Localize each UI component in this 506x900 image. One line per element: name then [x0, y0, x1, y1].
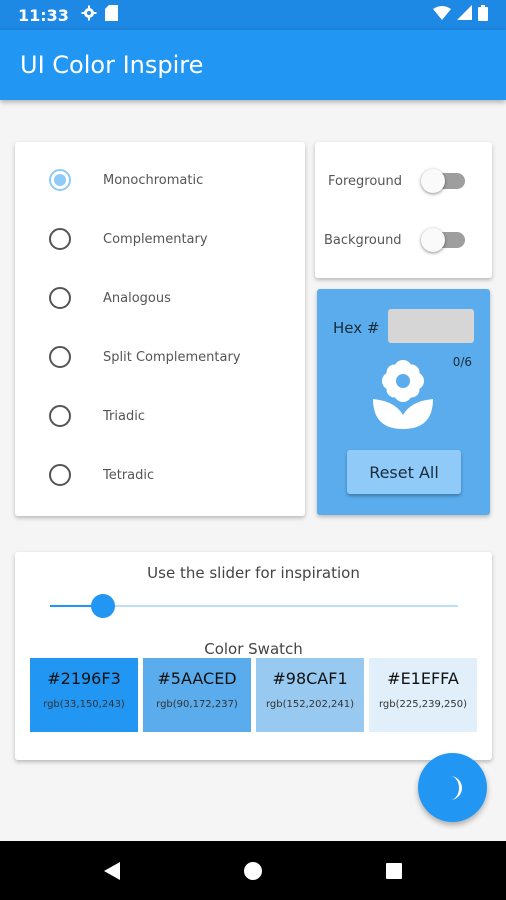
- signal-icon: [457, 5, 472, 25]
- background-switch[interactable]: [421, 228, 445, 252]
- radio-button[interactable]: [49, 464, 71, 486]
- radio-option-triadic[interactable]: Triadic: [15, 396, 305, 436]
- radio-label: Complementary: [103, 231, 208, 247]
- status-bar: 11:33: [0, 0, 506, 30]
- navigation-bar: [0, 841, 506, 900]
- swatch-item: #E1EFFA rgb(225,239,250): [369, 658, 477, 732]
- swatch-item: #2196F3 rgb(33,150,243): [30, 658, 138, 732]
- home-icon[interactable]: [241, 859, 265, 883]
- slider-thumb[interactable]: [91, 594, 115, 618]
- radio-label: Tetradic: [103, 467, 155, 483]
- foreground-toggle-row: Foreground: [315, 166, 492, 196]
- swatch-hex: #5AACED: [157, 669, 237, 688]
- radio-label: Triadic: [103, 408, 145, 424]
- foreground-label: Foreground: [328, 173, 403, 189]
- radio-button[interactable]: [49, 287, 71, 309]
- wifi-icon: [433, 5, 451, 25]
- swatch-hex: #E1EFFA: [387, 669, 459, 688]
- app-bar: UI Color Inspire: [0, 30, 506, 100]
- radio-button[interactable]: [49, 169, 71, 191]
- flower-icon: [371, 359, 435, 431]
- hex-input-card: Hex # 0/6 Reset All: [317, 289, 490, 515]
- radio-label: Analogous: [103, 290, 171, 306]
- radio-option-complementary[interactable]: Complementary: [15, 219, 305, 259]
- background-label: Background: [324, 232, 402, 248]
- slider-title: Use the slider for inspiration: [147, 564, 360, 582]
- swatch-title: Color Swatch: [204, 640, 303, 658]
- radio-option-tetradic[interactable]: Tetradic: [15, 455, 305, 495]
- color-scheme-card: Monochromatic Complementary Analogous Sp…: [15, 142, 305, 516]
- swatch-hex: #98CAF1: [272, 669, 348, 688]
- swatch-card: Use the slider for inspiration Color Swa…: [15, 552, 492, 760]
- radio-option-monochromatic[interactable]: Monochromatic: [15, 160, 305, 200]
- status-time: 11:33: [18, 5, 69, 25]
- swatch-rgb: rgb(225,239,250): [378, 699, 468, 710]
- reset-all-button[interactable]: Reset All: [347, 450, 461, 494]
- recents-icon[interactable]: [382, 859, 406, 883]
- radio-button[interactable]: [49, 346, 71, 368]
- foreground-switch[interactable]: [421, 169, 445, 193]
- app-title: UI Color Inspire: [20, 51, 204, 79]
- battery-icon: [478, 4, 488, 26]
- hex-input[interactable]: [388, 309, 474, 343]
- radio-label: Split Complementary: [103, 349, 241, 365]
- back-icon[interactable]: [100, 859, 124, 883]
- radio-button[interactable]: [49, 405, 71, 427]
- swatch-rgb: rgb(33,150,243): [43, 699, 125, 710]
- swatch-hex: #2196F3: [47, 669, 121, 688]
- radio-button[interactable]: [49, 228, 71, 250]
- hex-label: Hex #: [333, 319, 380, 337]
- gear-icon: [81, 5, 97, 26]
- radio-label: Monochromatic: [103, 172, 204, 188]
- swatch-rgb: rgb(152,202,241): [265, 699, 355, 710]
- swatch-item: #5AACED rgb(90,172,237): [143, 658, 251, 732]
- radio-option-analogous[interactable]: Analogous: [15, 278, 305, 318]
- dark-mode-fab[interactable]: [418, 753, 487, 822]
- hex-char-counter: 0/6: [452, 355, 472, 369]
- sd-card-icon: [104, 4, 118, 26]
- background-toggle-row: Background: [315, 225, 492, 255]
- toggle-card: Foreground Background: [315, 142, 492, 278]
- swatch-item: #98CAF1 rgb(152,202,241): [256, 658, 364, 732]
- swatch-rgb: rgb(90,172,237): [156, 699, 238, 710]
- radio-option-split-complementary[interactable]: Split Complementary: [15, 337, 305, 377]
